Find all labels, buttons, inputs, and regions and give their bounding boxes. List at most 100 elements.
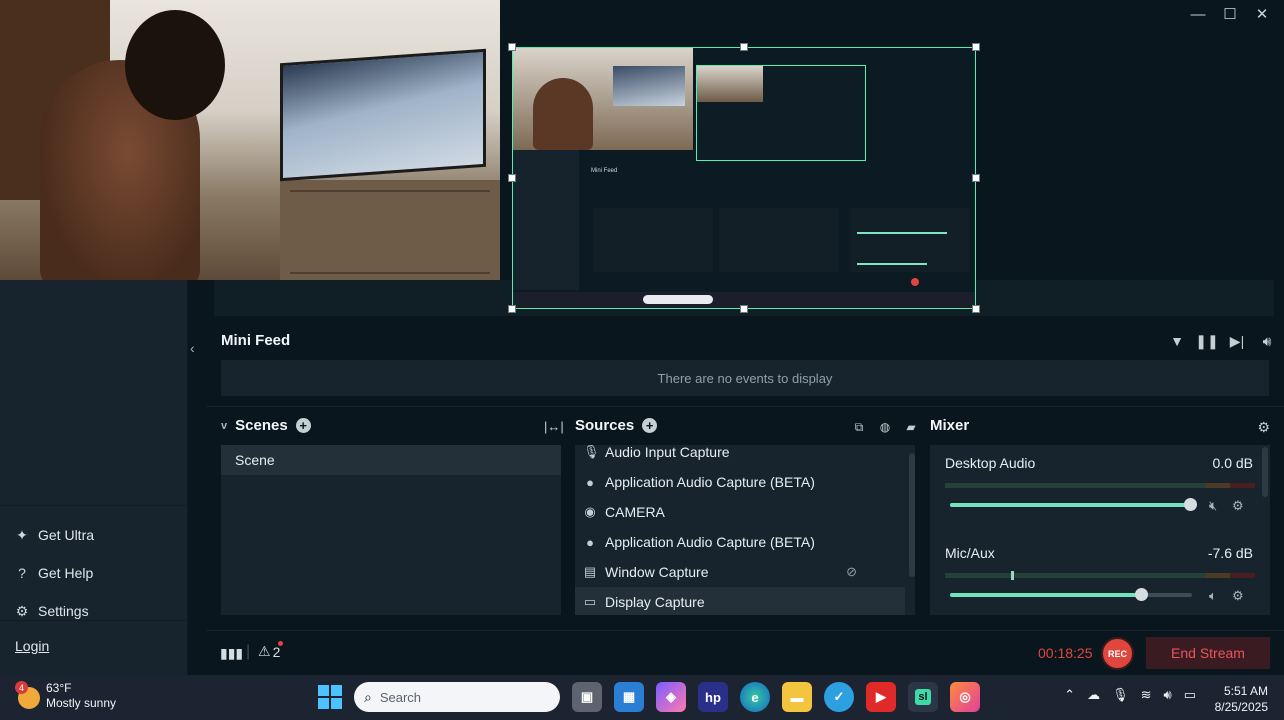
- edge-icon[interactable]: e: [740, 682, 770, 712]
- source-item-window-capture[interactable]: ▤ Window Capture ⊘: [575, 557, 905, 587]
- youtube-icon[interactable]: ▶: [866, 682, 896, 712]
- alerts-button[interactable]: ⚠ 2: [258, 643, 280, 660]
- source-item-camera[interactable]: ◉ CAMERA: [575, 497, 905, 527]
- meter-peak: [1011, 571, 1014, 580]
- streamlabs-window: — ☐ ✕ Mini Feed ✦ Get Ultra ? Get Help ⚙…: [0, 0, 1284, 720]
- chevron-up-icon[interactable]: ⌃: [1064, 687, 1075, 703]
- sources-list: 🎙︎ Audio Input Capture ● Application Aud…: [575, 445, 915, 615]
- speaker-icon[interactable]: 🔊︎: [1164, 687, 1172, 703]
- source-label: Application Audio Capture (BETA): [605, 474, 815, 490]
- scenes-list: Scene: [221, 445, 561, 615]
- collapse-sidebar-icon[interactable]: ‹: [190, 340, 204, 360]
- copilot-icon[interactable]: ◈: [656, 682, 686, 712]
- stats-icon[interactable]: ▮▮▮: [220, 645, 243, 662]
- chat-icon[interactable]: ✓: [824, 682, 854, 712]
- taskbar-search[interactable]: ⌕ Search: [354, 682, 560, 712]
- scene-item[interactable]: Scene: [221, 445, 561, 475]
- wifi-icon[interactable]: ≋: [1141, 687, 1152, 703]
- channel-settings-icon[interactable]: ⚙: [1232, 588, 1244, 604]
- person-icon: ●: [586, 534, 594, 550]
- resize-handle-b[interactable]: [740, 305, 748, 313]
- end-stream-button[interactable]: End Stream: [1146, 637, 1270, 669]
- resize-handle-bl[interactable]: [508, 305, 516, 313]
- nested-mixer-bar: [857, 232, 947, 234]
- volume-icon[interactable]: 🔊︎: [1258, 332, 1276, 350]
- cloud-off-icon[interactable]: ☁: [1087, 687, 1100, 703]
- weather-widget[interactable]: 4 63°F Mostly sunny: [15, 681, 116, 711]
- resize-handle-r[interactable]: [972, 174, 980, 182]
- webcam-feed: [0, 0, 500, 280]
- start-button[interactable]: [318, 685, 342, 709]
- source-item-audio-input[interactable]: 🎙︎ Audio Input Capture: [575, 445, 905, 467]
- sidebar-item-get-ultra[interactable]: ✦ Get Ultra: [14, 516, 94, 554]
- scene-transition-icon[interactable]: |↔|: [544, 419, 564, 434]
- add-source-button[interactable]: +: [642, 418, 658, 433]
- rec-button[interactable]: REC: [1101, 637, 1134, 670]
- maximize-icon[interactable]: ☐: [1218, 2, 1242, 26]
- mixer-settings-icon[interactable]: ⚙: [1257, 419, 1270, 436]
- hidden-eye-icon[interactable]: ⊘: [846, 564, 857, 580]
- pause-icon[interactable]: ❚❚: [1195, 332, 1218, 350]
- resize-handle-tl[interactable]: [508, 43, 516, 51]
- source-item-display-capture[interactable]: ▭ Display Capture: [575, 587, 905, 615]
- mini-feed-panel: Mini Feed ▼ ❚❚ ▶| 🔊︎ There are no events…: [206, 324, 1284, 406]
- source-label: Window Capture: [605, 564, 709, 580]
- volume-icon[interactable]: 🔈︎: [1209, 588, 1217, 604]
- minimize-icon[interactable]: —: [1186, 2, 1210, 26]
- alert-dot: [278, 641, 283, 646]
- slider-knob[interactable]: [1183, 498, 1197, 511]
- task-view-icon[interactable]: ▣: [572, 682, 602, 712]
- add-scene-button[interactable]: +: [295, 418, 311, 433]
- mute-icon[interactable]: 🔇︎: [1209, 498, 1217, 514]
- hp-icon[interactable]: hp: [698, 682, 728, 712]
- nested-sources: [719, 208, 839, 272]
- search-icon: ⌕: [364, 688, 372, 705]
- status-bar: ▮▮▮ | ⚠ 2 00:18:25 REC End Stream: [206, 630, 1284, 675]
- source-item-app-audio[interactable]: ● Application Audio Capture (BETA): [575, 527, 905, 557]
- sidebar-item-label: Get Help: [38, 565, 94, 581]
- volume-slider[interactable]: [950, 588, 1192, 601]
- filter-icon[interactable]: ▼: [1168, 332, 1186, 350]
- divider: [0, 620, 188, 621]
- folder-icon[interactable]: ▰: [903, 419, 919, 435]
- login-link[interactable]: Login: [15, 638, 49, 654]
- source-item-app-audio[interactable]: ● Application Audio Capture (BETA): [575, 467, 905, 497]
- nested-mixer-bar: [857, 263, 927, 265]
- monitor-icon: ▭: [583, 594, 597, 609]
- battery-icon[interactable]: ▭: [1184, 687, 1196, 703]
- display-capture-preview[interactable]: Mini Feed: [512, 47, 976, 309]
- mixer-scrollbar[interactable]: [1262, 447, 1268, 497]
- channel-name: Desktop Audio: [945, 455, 1036, 471]
- file-explorer-icon[interactable]: ▬: [782, 682, 812, 712]
- nested-person: [533, 78, 593, 150]
- resize-handle-br[interactable]: [972, 305, 980, 313]
- ultra-icon: ✦: [16, 526, 28, 543]
- sidebar-item-settings[interactable]: ⚙ Settings: [14, 592, 94, 630]
- mixer-panel: Desktop Audio 0.0 dB 🔇︎ ⚙ Mic/Aux -7.6 d…: [930, 445, 1270, 615]
- chevron-down-icon[interactable]: v: [221, 420, 227, 432]
- volume-meter: [945, 483, 1255, 488]
- photos-icon[interactable]: ◎: [950, 682, 980, 712]
- close-icon[interactable]: ✕: [1250, 2, 1274, 26]
- audio-source-icon[interactable]: ◍: [877, 419, 893, 435]
- slider-fill: [950, 593, 1142, 597]
- resize-handle-t[interactable]: [740, 43, 748, 51]
- clock[interactable]: 5:51 AM 8/25/2025: [1215, 683, 1268, 715]
- resize-handle-l[interactable]: [508, 174, 516, 182]
- sources-scrollbar[interactable]: [909, 453, 915, 577]
- skip-icon[interactable]: ▶|: [1228, 332, 1246, 350]
- nested-search: [643, 295, 713, 304]
- streamlabs-icon[interactable]: sl: [908, 682, 938, 712]
- resize-handle-tr[interactable]: [972, 43, 980, 51]
- stream-timer: 00:18:25: [1038, 645, 1093, 661]
- store-icon[interactable]: ▦: [614, 682, 644, 712]
- sidebar-item-get-help[interactable]: ? Get Help: [14, 554, 94, 592]
- source-selector-icon[interactable]: ⧉: [851, 419, 867, 435]
- mic-icon[interactable]: 🎙︎: [1112, 687, 1129, 703]
- slider-knob[interactable]: [1135, 588, 1149, 601]
- channel-settings-icon[interactable]: ⚙: [1232, 498, 1244, 514]
- title-bar: — ☐ ✕: [500, 0, 1284, 28]
- divider: |: [246, 643, 251, 660]
- volume-slider[interactable]: [950, 498, 1197, 511]
- nested-mini-feed-label: Mini Feed: [591, 168, 618, 174]
